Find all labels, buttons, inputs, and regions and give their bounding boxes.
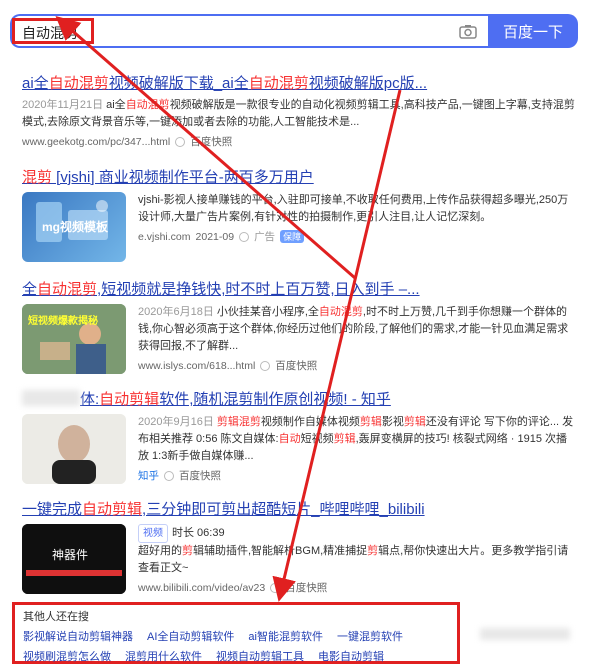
thumbnail-caption: 短视频爆款揭秘: [28, 316, 98, 327]
info-icon: [239, 231, 250, 242]
info-icon: [175, 136, 186, 147]
query-highlight-box: [12, 18, 94, 44]
guarantee-badge: 保障: [280, 230, 305, 243]
video-info: 视频 时长 06:39: [138, 524, 578, 543]
info-icon: [260, 360, 271, 371]
info-icon: [164, 470, 174, 481]
related-link[interactable]: ai智能混剪软件: [248, 628, 323, 644]
related-link[interactable]: 视频自动剪辑工具: [216, 648, 304, 664]
result-url: www.bilibili.com/video/av23: [138, 581, 266, 594]
result-url: www.islys.com/618...html: [138, 359, 256, 372]
thumbnail-caption: 神器件: [52, 548, 89, 562]
result-item: ai全自动混剪视频破解版下载_ai全自动混剪视频破解版pc版... 2020年1…: [22, 72, 582, 149]
result-description: 2020年6月18日 小伙挂某音小程序,全自动混剪,时不时上万赞,几千到手你想赚一…: [138, 306, 569, 352]
result-item: 全自动混剪,短视频就是挣钱快,时不时上百万赞,日入到手 ‒... 短视频爆款揭秘…: [22, 278, 582, 374]
result-url: e.vjshi.com: [138, 230, 191, 243]
result-thumbnail[interactable]: mg视频模板: [22, 192, 126, 262]
result-title-link[interactable]: 全自动混剪,短视频就是挣钱快,时不时上百万赞,日入到手 ‒...: [22, 278, 582, 299]
video-tag: 视频: [138, 524, 168, 543]
result-item: 体:自动剪辑软件,随机混剪制作原创视频! - 知乎 2020年9月16日 剪辑混剪…: [22, 388, 582, 484]
source-name: 知乎: [138, 470, 159, 482]
result-side: vjshi-影视人接单赚钱的平台,入驻即可接单,不收取任何费用,上传作品获得超多…: [138, 192, 578, 244]
result-side: 2020年9月16日 剪辑混剪视频制作自媒体视频剪辑影视剪辑还没有评论 写下你的评…: [138, 414, 578, 483]
related-link[interactable]: AI全自动剪辑软件: [147, 628, 234, 644]
ad-label: 广告: [254, 231, 276, 243]
related-searches-title: 其他人还在搜: [23, 611, 89, 623]
result-title-link[interactable]: 体:自动剪辑软件,随机混剪制作原创视频! - 知乎: [22, 388, 582, 409]
video-duration: 时长 06:39: [172, 527, 225, 539]
related-searches: 其他人还在搜 影视解说自动剪辑神器 AI全自动剪辑软件 ai智能混剪软件 一键混…: [12, 602, 460, 664]
result-description: 2020年9月16日 剪辑混剪视频制作自媒体视频剪辑影视剪辑还没有评论 写下你的评…: [138, 416, 574, 462]
snapshot-link[interactable]: 百度快照: [275, 358, 317, 373]
result-item-ad: 混剪 [vjshi] 商业视频制作平台-两百多万用户 mg视频模板 vjshi-…: [22, 166, 582, 262]
result-title-link[interactable]: 混剪 [vjshi] 商业视频制作平台-两百多万用户: [22, 166, 582, 187]
result-item: 一键完成自动剪辑,三分钟即可剪出超酷短片_哔哩哔哩_bilibili 神器件 视…: [22, 498, 582, 594]
search-button[interactable]: 百度一下: [488, 14, 578, 48]
redacted-block: [480, 628, 570, 640]
related-link[interactable]: 混剪用什么软件: [125, 648, 202, 664]
info-icon: [270, 582, 281, 593]
result-meta: www.geekotg.com/pc/347...html 百度快照: [22, 134, 582, 149]
result-thumbnail[interactable]: 神器件: [22, 524, 126, 594]
redacted-text: [22, 390, 80, 406]
result-meta: 知乎 百度快照: [138, 468, 578, 483]
result-description: 2020年11月21日 ai全自动混剪视频破解版是一款很专业的自动化视频剪辑工具,…: [22, 99, 575, 128]
thumbnail-caption: mg视频模板: [42, 220, 109, 234]
result-description: 超好用的剪辑辅助插件,智能解析BGM,精准捕捉剪辑点,帮你快速出大片。更多教学指…: [138, 545, 569, 574]
search-bar: 自动混剪 百度一下: [10, 14, 590, 48]
result-date: 2021-09: [195, 230, 235, 243]
related-link[interactable]: 一键混剪软件: [337, 628, 403, 644]
snapshot-link[interactable]: 百度快照: [285, 580, 327, 595]
result-side: 2020年6月18日 小伙挂某音小程序,全自动混剪,时不时上万赞,几千到手你想赚一…: [138, 304, 578, 373]
result-meta: e.vjshi.com 2021-09 广告 保障: [138, 229, 578, 244]
related-row: 影视解说自动剪辑神器 AI全自动剪辑软件 ai智能混剪软件 一键混剪软件: [23, 628, 449, 644]
result-side: 视频 时长 06:39 超好用的剪辑辅助插件,智能解析BGM,精准捕捉剪辑点,帮你…: [138, 524, 578, 595]
result-title-link[interactable]: ai全自动混剪视频破解版下载_ai全自动混剪视频破解版pc版...: [22, 72, 582, 93]
thumbnail-graphic: [22, 414, 126, 484]
result-meta: www.bilibili.com/video/av23 百度快照: [138, 580, 578, 595]
result-url: www.geekotg.com/pc/347...html: [22, 135, 171, 148]
snapshot-link[interactable]: 百度快照: [179, 468, 221, 483]
result-title-link[interactable]: 一键完成自动剪辑,三分钟即可剪出超酷短片_哔哩哔哩_bilibili: [22, 498, 582, 519]
result-thumbnail[interactable]: 短视频爆款揭秘: [22, 304, 126, 374]
result-meta: www.islys.com/618...html 百度快照: [138, 358, 578, 373]
related-link[interactable]: 视频刷混剪怎么做: [23, 648, 111, 664]
related-link[interactable]: 影视解说自动剪辑神器: [23, 628, 133, 644]
result-thumbnail[interactable]: [22, 414, 126, 484]
snapshot-link[interactable]: 百度快照: [190, 134, 232, 149]
related-row: 视频刷混剪怎么做 混剪用什么软件 视频自动剪辑工具 电影自动剪辑: [23, 648, 449, 664]
related-link[interactable]: 电影自动剪辑: [318, 648, 384, 664]
camera-icon[interactable]: [458, 22, 478, 42]
result-description: vjshi-影视人接单赚钱的平台,入驻即可接单,不收取任何费用,上传作品获得超多…: [138, 194, 569, 223]
